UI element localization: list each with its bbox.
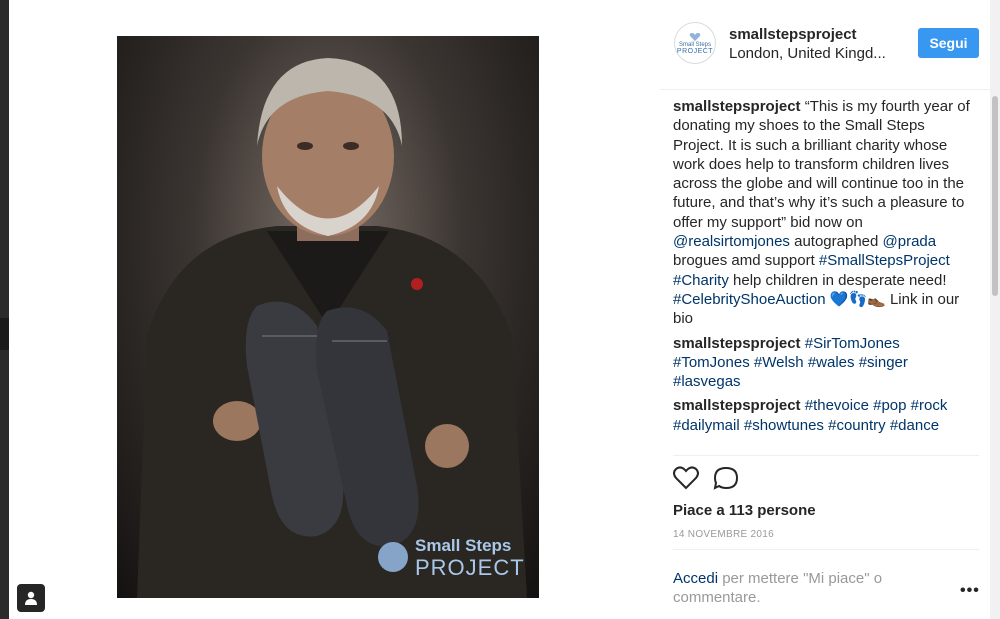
comment-link[interactable]: #pop	[873, 397, 906, 414]
person-icon	[25, 591, 37, 605]
photo-illustration	[137, 58, 527, 598]
post-side-panel: Small Steps PROJECT smallstepsproject Lo…	[660, 0, 990, 619]
follow-button[interactable]: Segui	[918, 28, 979, 58]
comment-item: smallstepsproject “This is my fourth yea…	[673, 97, 973, 329]
comment-link[interactable]: #SirTomJones	[805, 335, 900, 352]
photo-area: Small Steps PROJECT	[9, 0, 660, 619]
comment-link[interactable]: #dance	[890, 417, 939, 434]
scrollbar[interactable]	[990, 0, 1000, 619]
heart-logo-icon	[689, 32, 701, 41]
comment-item: smallstepsproject #SirTomJones #TomJones…	[673, 334, 973, 392]
comment-link[interactable]: #lasvegas	[673, 373, 741, 390]
comment-username[interactable]: smallstepsproject	[673, 397, 801, 414]
comment-link[interactable]: #rock	[911, 397, 948, 414]
comment-link[interactable]: @realsirtomjones	[673, 233, 790, 250]
scrollbar-thumb[interactable]	[992, 96, 998, 296]
login-prompt: Accedi per mettere "Mi piace" o commenta…	[673, 569, 923, 608]
post-header: Small Steps PROJECT smallstepsproject Lo…	[660, 0, 990, 90]
left-edge-notch	[0, 318, 9, 350]
divider	[673, 549, 979, 550]
comment-text: help children in desperate need!	[728, 271, 947, 289]
comment-link[interactable]: #country	[828, 417, 886, 434]
avatar[interactable]: Small Steps PROJECT	[674, 22, 716, 64]
login-link[interactable]: Accedi	[673, 570, 718, 587]
left-window-edge	[0, 0, 9, 619]
comment-link[interactable]: #dailymail	[673, 417, 740, 434]
watermark-top-text: Small Steps	[415, 536, 512, 555]
comment-link[interactable]: #showtunes	[744, 417, 824, 434]
comment-link[interactable]: #CelebrityShoeAuction	[673, 291, 826, 308]
comment-link[interactable]: #wales	[808, 354, 855, 371]
comment-text: autographed	[789, 233, 883, 251]
more-options-button[interactable]: •••	[960, 582, 980, 600]
comment-link[interactable]: #Welsh	[754, 354, 804, 371]
comment-link[interactable]: #singer	[859, 354, 908, 371]
location[interactable]: London, United Kingd...	[729, 45, 886, 62]
post-photo[interactable]: Small Steps PROJECT	[117, 36, 539, 598]
photo-watermark: Small Steps PROJECT	[415, 536, 525, 580]
comment-text: brogues amd support	[673, 252, 819, 270]
comment-icon	[713, 466, 739, 490]
likes-count[interactable]: Piace a 113 persone	[673, 502, 816, 519]
comment-item: smallstepsproject #thevoice #pop #rock #…	[673, 396, 973, 435]
comment-link[interactable]: @prada	[883, 233, 937, 250]
comments-list: smallstepsproject “This is my fourth yea…	[673, 97, 973, 455]
post-date: 14 NOVEMBRE 2016	[673, 529, 774, 540]
tag-people-button[interactable]	[17, 584, 45, 612]
comment-link[interactable]: #thevoice	[805, 397, 869, 414]
comment-link[interactable]: #Charity	[673, 272, 729, 289]
comment-link[interactable]: #SmallStepsProject	[819, 252, 950, 269]
username[interactable]: smallstepsproject	[729, 26, 857, 43]
comment-username[interactable]: smallstepsproject	[673, 98, 801, 115]
comment-button[interactable]	[713, 466, 739, 495]
comment-username[interactable]: smallstepsproject	[673, 335, 801, 352]
watermark-bottom-text: PROJECT	[415, 555, 525, 580]
avatar-logo-bottom: PROJECT	[676, 47, 714, 55]
comment-text: “This is my fourth year of donating my s…	[673, 98, 970, 231]
like-button[interactable]	[673, 466, 699, 495]
heart-icon	[673, 466, 699, 490]
divider	[673, 455, 979, 456]
comment-link[interactable]: #TomJones	[673, 354, 750, 371]
